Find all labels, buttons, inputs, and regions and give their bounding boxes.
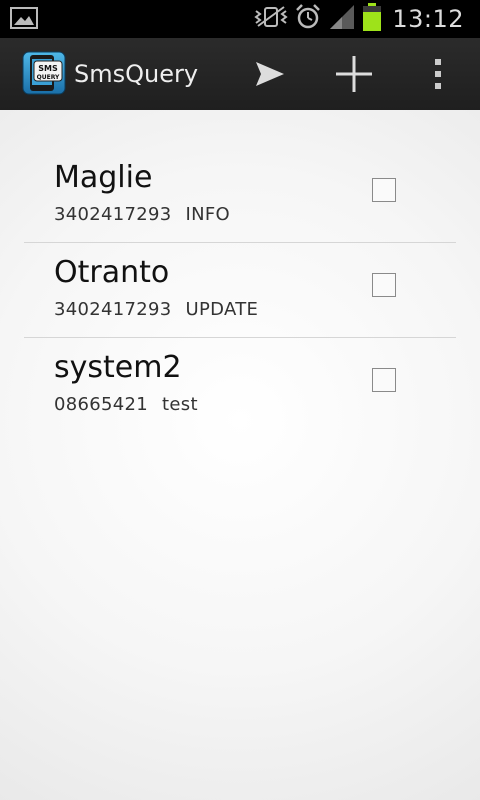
overflow-menu-icon xyxy=(435,59,441,89)
item-details: 08665421 test xyxy=(54,394,198,415)
item-command: test xyxy=(162,394,198,415)
status-time: 13:12 xyxy=(392,5,464,33)
item-number: 3402417293 xyxy=(54,299,172,320)
battery-icon xyxy=(362,2,382,36)
add-button[interactable] xyxy=(330,38,378,110)
app-title: SmsQuery xyxy=(74,60,199,88)
vibrate-icon xyxy=(254,4,288,34)
screen: 13:12 SMS QUERY SmsQuery Maglie 34024172… xyxy=(0,0,480,800)
list-item[interactable]: system2 08665421 test xyxy=(24,338,456,432)
item-name: Maglie xyxy=(54,160,153,195)
overflow-menu-button[interactable] xyxy=(424,38,452,110)
item-number: 3402417293 xyxy=(54,204,172,225)
list-item[interactable]: Otranto 3402417293 UPDATE xyxy=(24,243,456,338)
item-name: Otranto xyxy=(54,255,170,290)
item-number: 08665421 xyxy=(54,394,149,415)
item-command: UPDATE xyxy=(185,299,259,320)
item-details: 3402417293 UPDATE xyxy=(54,299,258,320)
app-logo-icon[interactable]: SMS QUERY xyxy=(22,51,66,95)
item-checkbox[interactable] xyxy=(372,178,396,202)
action-bar: SMS QUERY SmsQuery xyxy=(0,38,480,110)
signal-icon xyxy=(328,4,356,34)
gallery-icon xyxy=(10,6,38,30)
alarm-icon xyxy=(294,3,322,35)
query-list: Maglie 3402417293 INFO Otranto 3402417293… xyxy=(24,148,456,432)
svg-text:SMS: SMS xyxy=(38,64,58,73)
item-name: system2 xyxy=(54,350,182,385)
item-checkbox[interactable] xyxy=(372,368,396,392)
content-area: Maglie 3402417293 INFO Otranto 3402417293… xyxy=(0,110,480,800)
add-icon xyxy=(336,56,372,92)
item-command: INFO xyxy=(185,204,231,225)
item-details: 3402417293 INFO xyxy=(54,204,230,225)
item-checkbox[interactable] xyxy=(372,273,396,297)
svg-text:QUERY: QUERY xyxy=(37,74,60,81)
list-item[interactable]: Maglie 3402417293 INFO xyxy=(24,148,456,243)
status-bar: 13:12 xyxy=(0,0,480,38)
status-icons: 13:12 xyxy=(248,0,480,38)
send-button[interactable] xyxy=(246,38,294,110)
send-icon xyxy=(256,62,284,86)
